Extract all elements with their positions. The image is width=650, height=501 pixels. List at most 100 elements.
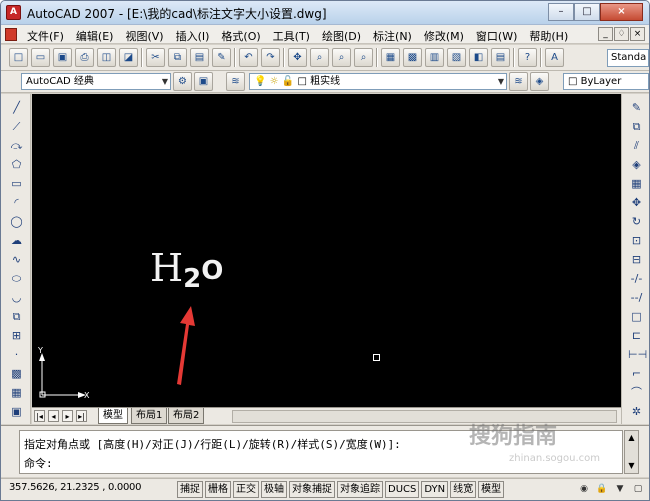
layer-select[interactable]: 💡 ☼ 🔓 □ 粗实线 ▼ — [249, 73, 507, 90]
zoom-realtime-icon[interactable]: ⌕ — [310, 48, 329, 67]
next-tab-button[interactable]: ▸ — [62, 410, 73, 422]
text-style-icon[interactable]: A — [545, 48, 564, 67]
match-icon[interactable]: ✎ — [212, 48, 231, 67]
lock-toolbar-icon[interactable]: 🔒 — [595, 482, 609, 496]
array-icon[interactable]: ▦ — [628, 176, 645, 192]
zoom-window-icon[interactable]: ⌕ — [332, 48, 351, 67]
workspace-settings-icon[interactable]: ⚙ — [173, 72, 192, 91]
break-icon[interactable]: ⊏ — [628, 328, 645, 344]
text-style-select[interactable]: Standa — [607, 49, 649, 67]
make-current-layer-icon[interactable]: ≋ — [509, 72, 528, 91]
help-icon[interactable]: ? — [518, 48, 537, 67]
cut-icon[interactable]: ✂ — [146, 48, 165, 67]
fillet-icon[interactable]: ⌒ — [628, 385, 645, 401]
ellipse-arc-icon[interactable]: ◡ — [8, 290, 25, 306]
extend-icon[interactable]: --/ — [628, 290, 645, 306]
preview-icon[interactable]: ◫ — [97, 48, 116, 67]
status-toggle-2[interactable]: 正交 — [233, 481, 259, 498]
status-toggle-5[interactable]: 对象追踪 — [337, 481, 383, 498]
join-icon[interactable]: ⊢⊣ — [628, 347, 647, 363]
status-toggle-9[interactable]: 模型 — [478, 481, 505, 498]
status-toggle-3[interactable]: 极轴 — [261, 481, 287, 498]
offset-icon[interactable]: ◈ — [628, 157, 645, 173]
markup-icon[interactable]: ◧ — [469, 48, 488, 67]
status-menu-icon[interactable]: ▼ — [613, 482, 627, 496]
tab-model[interactable]: 模型 — [98, 408, 128, 424]
command-scrollbar[interactable]: ▲ ▼ — [624, 430, 639, 474]
first-tab-button[interactable]: |◂ — [34, 410, 45, 422]
menu-item-8[interactable]: 修改(M) — [418, 27, 470, 45]
move-icon[interactable]: ✥ — [628, 195, 645, 211]
toolpalette-icon[interactable]: ▥ — [425, 48, 444, 67]
status-toggle-6[interactable]: DUCS — [385, 481, 420, 498]
doc-minimize-button[interactable]: _ — [598, 27, 613, 41]
publish-icon[interactable]: ◪ — [119, 48, 138, 67]
sheetset-icon[interactable]: ▧ — [447, 48, 466, 67]
menu-item-4[interactable]: 格式(O) — [215, 27, 266, 45]
workspace-select[interactable]: AutoCAD 经典 ▼ — [21, 73, 171, 90]
tab-layout1[interactable]: 布局1 — [131, 408, 168, 424]
break-at-point-icon[interactable]: □ — [628, 309, 645, 325]
horizontal-scrollbar[interactable] — [232, 410, 617, 423]
layer-manager-icon[interactable]: ≋ — [226, 72, 245, 91]
coordinate-readout[interactable]: 357.5626, 21.2325 , 0.0000 — [9, 482, 141, 493]
arc-icon[interactable]: ◜ — [8, 195, 25, 211]
undo-icon[interactable]: ↶ — [239, 48, 258, 67]
document-icon[interactable] — [5, 28, 17, 41]
open-icon[interactable]: ▭ — [31, 48, 50, 67]
last-tab-button[interactable]: ▸| — [76, 410, 87, 422]
copy-icon[interactable]: ⧉ — [168, 48, 187, 67]
status-toggle-8[interactable]: 线宽 — [450, 481, 477, 498]
close-button[interactable]: × — [600, 3, 643, 21]
circle-icon[interactable]: ◯ — [8, 214, 25, 230]
spline-icon[interactable]: ∿ — [8, 252, 25, 268]
chamfer-icon[interactable]: ⌐ — [628, 366, 645, 382]
construction-line-icon[interactable]: ⟋ — [8, 119, 25, 135]
properties-icon[interactable]: ▦ — [381, 48, 400, 67]
menu-item-0[interactable]: 文件(F) — [21, 27, 70, 45]
stretch-icon[interactable]: ⊟ — [628, 252, 645, 268]
rotate-icon[interactable]: ↻ — [628, 214, 645, 230]
menu-item-6[interactable]: 绘图(D) — [316, 27, 367, 45]
doc-close-button[interactable]: × — [630, 27, 645, 41]
menu-item-7[interactable]: 标注(N) — [367, 27, 418, 45]
doc-restore-button[interactable]: ♢ — [614, 27, 629, 41]
paste-icon[interactable]: ▤ — [190, 48, 209, 67]
prev-tab-button[interactable]: ◂ — [48, 410, 59, 422]
minimize-button[interactable]: – — [548, 3, 574, 21]
ellipse-icon[interactable]: ⬭ — [8, 271, 25, 287]
pan-icon[interactable]: ✥ — [288, 48, 307, 67]
command-prompt[interactable]: 命令: — [24, 455, 53, 471]
point-icon[interactable]: · — [8, 347, 25, 363]
erase-icon[interactable]: ✎ — [628, 100, 645, 116]
status-toggle-4[interactable]: 对象捕捉 — [289, 481, 335, 498]
mirror-icon[interactable]: ⫽ — [628, 138, 645, 154]
polygon-icon[interactable]: ⬠ — [8, 157, 25, 173]
color-select[interactable]: □ ByLayer — [563, 73, 649, 90]
make-block-icon[interactable]: ⊞ — [8, 328, 25, 344]
status-toggle-1[interactable]: 栅格 — [205, 481, 231, 498]
workspace-save-icon[interactable]: ▣ — [194, 72, 213, 91]
menu-item-3[interactable]: 插入(I) — [170, 27, 216, 45]
layer-previous-icon[interactable]: ◈ — [530, 72, 549, 91]
print-icon[interactable]: ⎙ — [75, 48, 94, 67]
autocad-app-icon[interactable]: A — [6, 5, 21, 20]
region-icon[interactable]: ▣ — [8, 404, 25, 420]
zoom-previous-icon[interactable]: ⌕ — [354, 48, 373, 67]
gradient-icon[interactable]: ▦ — [8, 385, 25, 401]
comm-center-icon[interactable]: ◉ — [577, 482, 591, 496]
line-icon[interactable]: ╱ — [8, 100, 25, 116]
polyline-icon[interactable]: ⤼ — [8, 138, 25, 154]
redo-icon[interactable]: ↷ — [261, 48, 280, 67]
new-icon[interactable]: □ — [9, 48, 28, 67]
maximize-button[interactable]: □ — [574, 3, 600, 21]
drawing-area[interactable]: H2O Y X — [32, 94, 621, 407]
save-icon[interactable]: ▣ — [53, 48, 72, 67]
rectangle-icon[interactable]: ▭ — [8, 176, 25, 192]
calculator-icon[interactable]: ▤ — [491, 48, 510, 67]
scale-icon[interactable]: ⊡ — [628, 233, 645, 249]
explode-icon[interactable]: ✲ — [628, 404, 645, 420]
copy-object-icon[interactable]: ⧉ — [628, 119, 645, 135]
menu-item-10[interactable]: 帮助(H) — [523, 27, 574, 45]
clean-screen-icon[interactable]: ▢ — [631, 482, 645, 496]
